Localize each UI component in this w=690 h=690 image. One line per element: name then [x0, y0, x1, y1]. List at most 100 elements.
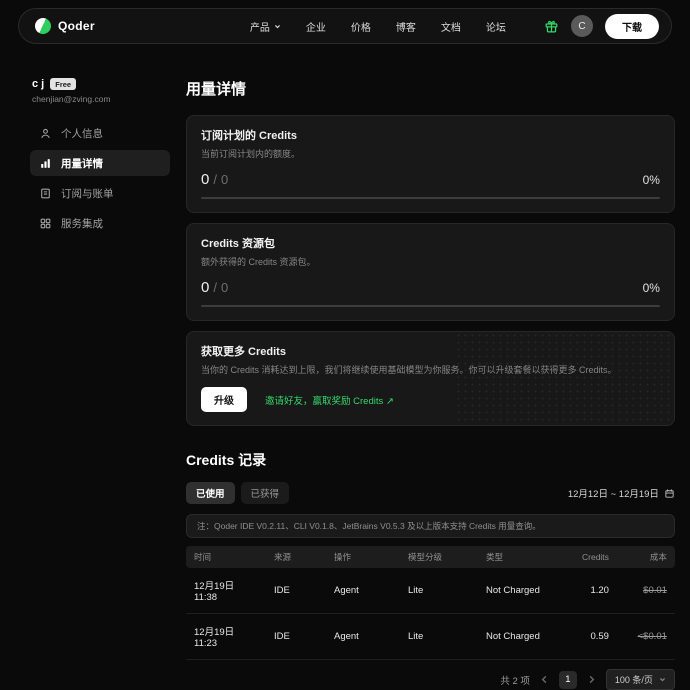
col-source: 来源	[266, 546, 326, 568]
sidebar-item-label: 个人信息	[61, 126, 103, 141]
cell-time: 12月19日 11:38	[186, 568, 266, 613]
cell-type: Not Charged	[478, 621, 574, 652]
prev-page-icon[interactable]	[540, 675, 549, 684]
cell-cost: <$0.01	[617, 621, 675, 652]
cell-type: Not Charged	[478, 575, 574, 606]
cell-time: 12月19日 11:23	[186, 614, 266, 659]
tab-earned[interactable]: 已获得	[241, 482, 290, 504]
pagination: 共 2 项 1 100 条/页	[186, 669, 675, 690]
download-button[interactable]: 下载	[605, 14, 659, 39]
col-time: 时间	[186, 546, 266, 568]
nav-item-label: 论坛	[486, 19, 506, 34]
invite-link-label: 邀请好友，赢取奖励 Credits	[265, 396, 383, 407]
sidebar-nav: 个人信息 用量详情 订阅与账单 服务集成	[30, 120, 170, 236]
nav-item-docs[interactable]: 文档	[441, 19, 461, 34]
resource-pack-card: Credits 资源包 额外获得的 Credits 资源包。 0 / 0 0%	[186, 223, 675, 321]
cell-operation: Agent	[326, 621, 400, 652]
usage-percent: 0%	[643, 281, 660, 295]
nav-item-label: 价格	[351, 19, 371, 34]
version-note: 注：Qoder IDE V0.2.11、CLI V0.1.8、JetBrains…	[186, 514, 675, 538]
next-page-icon[interactable]	[587, 675, 596, 684]
nav-item-enterprise[interactable]: 企业	[306, 19, 326, 34]
sidebar-item-label: 用量详情	[61, 156, 103, 171]
nav-item-label: 文档	[441, 19, 461, 34]
brand-name: Qoder	[58, 19, 95, 33]
page-title: 用量详情	[186, 78, 675, 99]
nav-item-products[interactable]: 产品	[250, 19, 281, 34]
usage-row: 0 / 0 0%	[201, 279, 660, 296]
card-title: Credits 资源包	[201, 235, 660, 251]
card-subtitle: 额外获得的 Credits 资源包。	[201, 255, 660, 268]
avatar[interactable]: C	[571, 15, 593, 37]
card-title: 订阅计划的 Credits	[201, 127, 660, 143]
sidebar-item-profile[interactable]: 个人信息	[30, 120, 170, 146]
cell-credits: 1.20	[574, 575, 617, 606]
get-more-credits-card: 获取更多 Credits 当你的 Credits 消耗达到上限，我们将继续使用基…	[186, 331, 675, 426]
bar-chart-icon	[39, 157, 52, 170]
usage-used: 0	[201, 171, 209, 188]
total-items-label: 共 2 项	[500, 673, 530, 687]
main-nav: 产品 企业 价格 博客 文档 论坛	[250, 19, 506, 34]
gift-icon[interactable]	[544, 19, 559, 34]
date-range-picker[interactable]: 12月12日 ~ 12月19日	[568, 486, 675, 500]
nav-item-forum[interactable]: 论坛	[486, 19, 506, 34]
plan-badge: Free	[50, 78, 76, 90]
card-subtitle: 当前订阅计划内的额度。	[201, 147, 660, 160]
chevron-down-icon	[659, 676, 666, 683]
sidebar-item-label: 服务集成	[61, 216, 103, 231]
table-header-row: 时间 来源 操作 模型分级 类型 Credits 成本	[186, 546, 675, 568]
grid-icon	[39, 217, 52, 230]
col-model-tier: 模型分级	[400, 546, 478, 568]
user-icon	[39, 127, 52, 140]
subscription-credits-card: 订阅计划的 Credits 当前订阅计划内的额度。 0 / 0 0%	[186, 115, 675, 213]
col-type: 类型	[478, 546, 574, 568]
usage-separator: /	[213, 172, 217, 187]
brand[interactable]: Qoder	[35, 18, 95, 34]
usage-total: 0	[221, 280, 228, 295]
nav-item-blog[interactable]: 博客	[396, 19, 416, 34]
cell-cost: $0.01	[617, 575, 675, 606]
records-title: Credits 记录	[186, 450, 675, 470]
progress-bar	[201, 305, 660, 307]
table-row[interactable]: 12月19日 11:38 IDE Agent Lite Not Charged …	[186, 568, 675, 614]
page-size-value: 100 条/页	[615, 673, 653, 686]
table-row[interactable]: 12月19日 11:23 IDE Agent Lite Not Charged …	[186, 614, 675, 660]
progress-bar	[201, 197, 660, 199]
page-size-select[interactable]: 100 条/页	[606, 669, 675, 690]
user-email: chenjian@zving.com	[32, 94, 170, 104]
sidebar-item-label: 订阅与账单	[61, 186, 114, 201]
promo-actions: 升级 邀请好友，赢取奖励 Credits ↗	[201, 387, 660, 412]
sidebar-item-usage[interactable]: 用量详情	[30, 150, 170, 176]
header-right: C 下载	[544, 14, 659, 39]
nav-item-label: 产品	[250, 19, 270, 34]
nav-item-label: 博客	[396, 19, 416, 34]
usage-row: 0 / 0 0%	[201, 171, 660, 188]
nav-item-pricing[interactable]: 价格	[351, 19, 371, 34]
sidebar: c j Free chenjian@zving.com 个人信息 用量详情 订阅…	[0, 44, 170, 497]
date-range-label: 12月12日 ~ 12月19日	[568, 486, 659, 500]
main-content: 用量详情 订阅计划的 Credits 当前订阅计划内的额度。 0 / 0 0% …	[170, 44, 690, 497]
usage-total: 0	[221, 172, 228, 187]
qoder-logo-icon	[35, 18, 51, 34]
usage-percent: 0%	[643, 173, 660, 187]
usage-used: 0	[201, 279, 209, 296]
col-operation: 操作	[326, 546, 400, 568]
sidebar-item-integrations[interactable]: 服务集成	[30, 210, 170, 236]
tab-used[interactable]: 已使用	[186, 482, 235, 504]
upgrade-button[interactable]: 升级	[201, 387, 247, 412]
cell-credits: 0.59	[574, 621, 617, 652]
usage-separator: /	[213, 280, 217, 295]
receipt-icon	[39, 187, 52, 200]
invite-friends-link[interactable]: 邀请好友，赢取奖励 Credits ↗	[265, 393, 394, 407]
cell-model-tier: Lite	[400, 575, 478, 606]
sidebar-item-billing[interactable]: 订阅与账单	[30, 180, 170, 206]
avatar-initial: C	[578, 21, 585, 32]
cell-model-tier: Lite	[400, 621, 478, 652]
col-cost: 成本	[617, 546, 675, 568]
records-table: 时间 来源 操作 模型分级 类型 Credits 成本 12月19日 11:38…	[186, 546, 675, 660]
nav-item-label: 企业	[306, 19, 326, 34]
col-credits: Credits	[574, 547, 617, 567]
external-arrow-icon: ↗	[386, 396, 394, 407]
current-page-button[interactable]: 1	[559, 671, 577, 689]
top-navbar: Qoder 产品 企业 价格 博客 文档 论坛 C 下载	[18, 8, 672, 44]
